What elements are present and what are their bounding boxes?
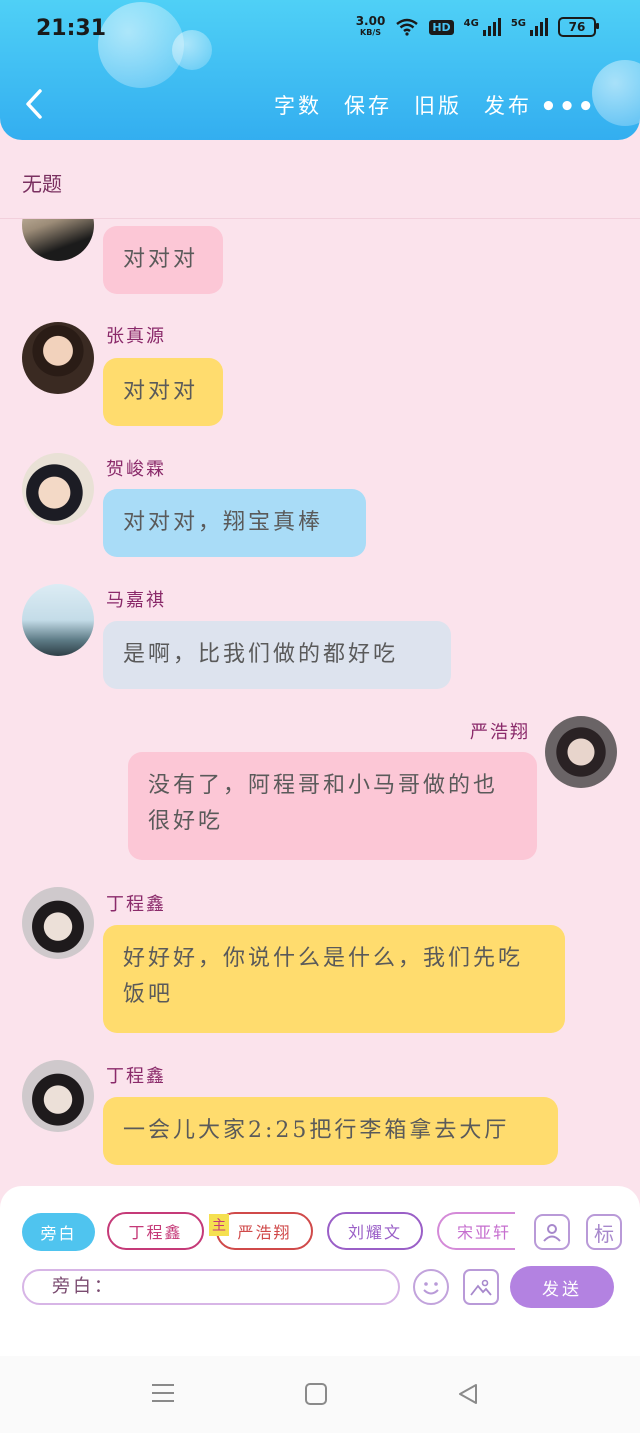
message-input[interactable]: 旁白：: [22, 1269, 400, 1305]
battery-level: 76: [568, 20, 586, 34]
chat-list[interactable]: 对对对 张真源 对对对 贺峻霖 对对对，翔宝真棒 马嘉祺 是啊，比我们做的都好吃…: [0, 219, 640, 1185]
app-header: 21:31 3.00 KB/S HD 4G 5G 76 字数 保存 旧版 发布 …: [0, 0, 640, 140]
avatar[interactable]: [22, 1060, 94, 1132]
role-chip[interactable]: 丁程鑫: [107, 1212, 204, 1250]
avatar[interactable]: [545, 716, 617, 788]
net-4g-label: 4G: [463, 17, 479, 29]
avatar[interactable]: [22, 584, 94, 656]
message-bubble[interactable]: 一会儿大家2:25把行李箱拿去大厅: [103, 1097, 558, 1165]
avatar[interactable]: [22, 887, 94, 959]
role-chip[interactable]: 刘耀文: [327, 1212, 423, 1250]
menu-icon[interactable]: [150, 1382, 176, 1404]
message-bubble[interactable]: 对对对: [103, 226, 223, 294]
net-speed: 3.00 KB/S: [355, 14, 386, 38]
net-speed-unit: KB/S: [360, 28, 381, 37]
message-bubble[interactable]: 对对对，翔宝真棒: [103, 489, 366, 557]
bubble-decoration: [592, 60, 640, 126]
back-nav-icon[interactable]: [456, 1382, 480, 1406]
avatar[interactable]: [22, 219, 94, 261]
header-actions: 字数 保存 旧版 发布: [274, 90, 532, 120]
role-chip-narration[interactable]: 旁白: [22, 1213, 95, 1251]
sender-name: 严浩翔: [470, 722, 530, 743]
net-speed-value: 3.00: [355, 14, 386, 28]
net-5g-label: 5G: [510, 17, 526, 29]
main-role-badge: 主: [209, 1214, 229, 1236]
avatar[interactable]: [22, 322, 94, 394]
image-icon: [470, 1279, 492, 1296]
sender-name: 丁程鑫: [106, 894, 166, 915]
publish-button[interactable]: 发布: [484, 90, 532, 120]
person-icon: [543, 1224, 561, 1242]
bubble-decoration: [98, 2, 184, 88]
message-bubble[interactable]: 对对对: [103, 358, 223, 426]
role-chip[interactable]: 严浩翔: [216, 1212, 313, 1250]
signal-icon: [530, 18, 548, 36]
hd-badge: HD: [429, 19, 454, 35]
more-button[interactable]: •••: [540, 92, 596, 122]
signal-icon: [482, 18, 501, 36]
avatar[interactable]: [22, 453, 94, 525]
tag-button[interactable]: 标: [586, 1214, 622, 1250]
emoji-button[interactable]: [413, 1269, 449, 1305]
word-count-button[interactable]: 字数: [274, 90, 322, 120]
system-nav-bar: [0, 1356, 640, 1433]
sender-name: 张真源: [106, 326, 166, 347]
send-button[interactable]: 发送: [510, 1266, 614, 1308]
old-version-button[interactable]: 旧版: [414, 90, 462, 120]
status-icons: 3.00 KB/S HD 4G 5G 76: [355, 14, 599, 38]
doc-title[interactable]: 无题: [22, 168, 62, 197]
sender-name: 马嘉祺: [106, 590, 166, 611]
message-bubble[interactable]: 好好好，你说什么是什么，我们先吃饭吧: [103, 925, 565, 1033]
chevron-left-icon: [26, 89, 42, 119]
sender-name: 丁程鑫: [106, 1066, 166, 1087]
message-bubble[interactable]: 是啊，比我们做的都好吃: [103, 621, 451, 689]
status-time: 21:31: [36, 16, 107, 41]
add-role-button[interactable]: [534, 1214, 570, 1250]
title-row: 无题: [0, 140, 640, 219]
sender-name: 贺峻霖: [106, 459, 166, 480]
home-icon[interactable]: [304, 1382, 328, 1406]
wifi-icon: [396, 18, 419, 36]
bubble-decoration: [172, 30, 212, 70]
message-bubble[interactable]: 没有了，阿程哥和小马哥做的也很好吃: [128, 752, 537, 860]
smile-icon: [423, 1282, 439, 1295]
image-button[interactable]: [463, 1269, 499, 1305]
battery-icon: 76: [558, 17, 599, 37]
role-chip[interactable]: 宋亚轩: [437, 1212, 515, 1250]
back-button[interactable]: [24, 88, 46, 124]
save-button[interactable]: 保存: [344, 90, 392, 120]
